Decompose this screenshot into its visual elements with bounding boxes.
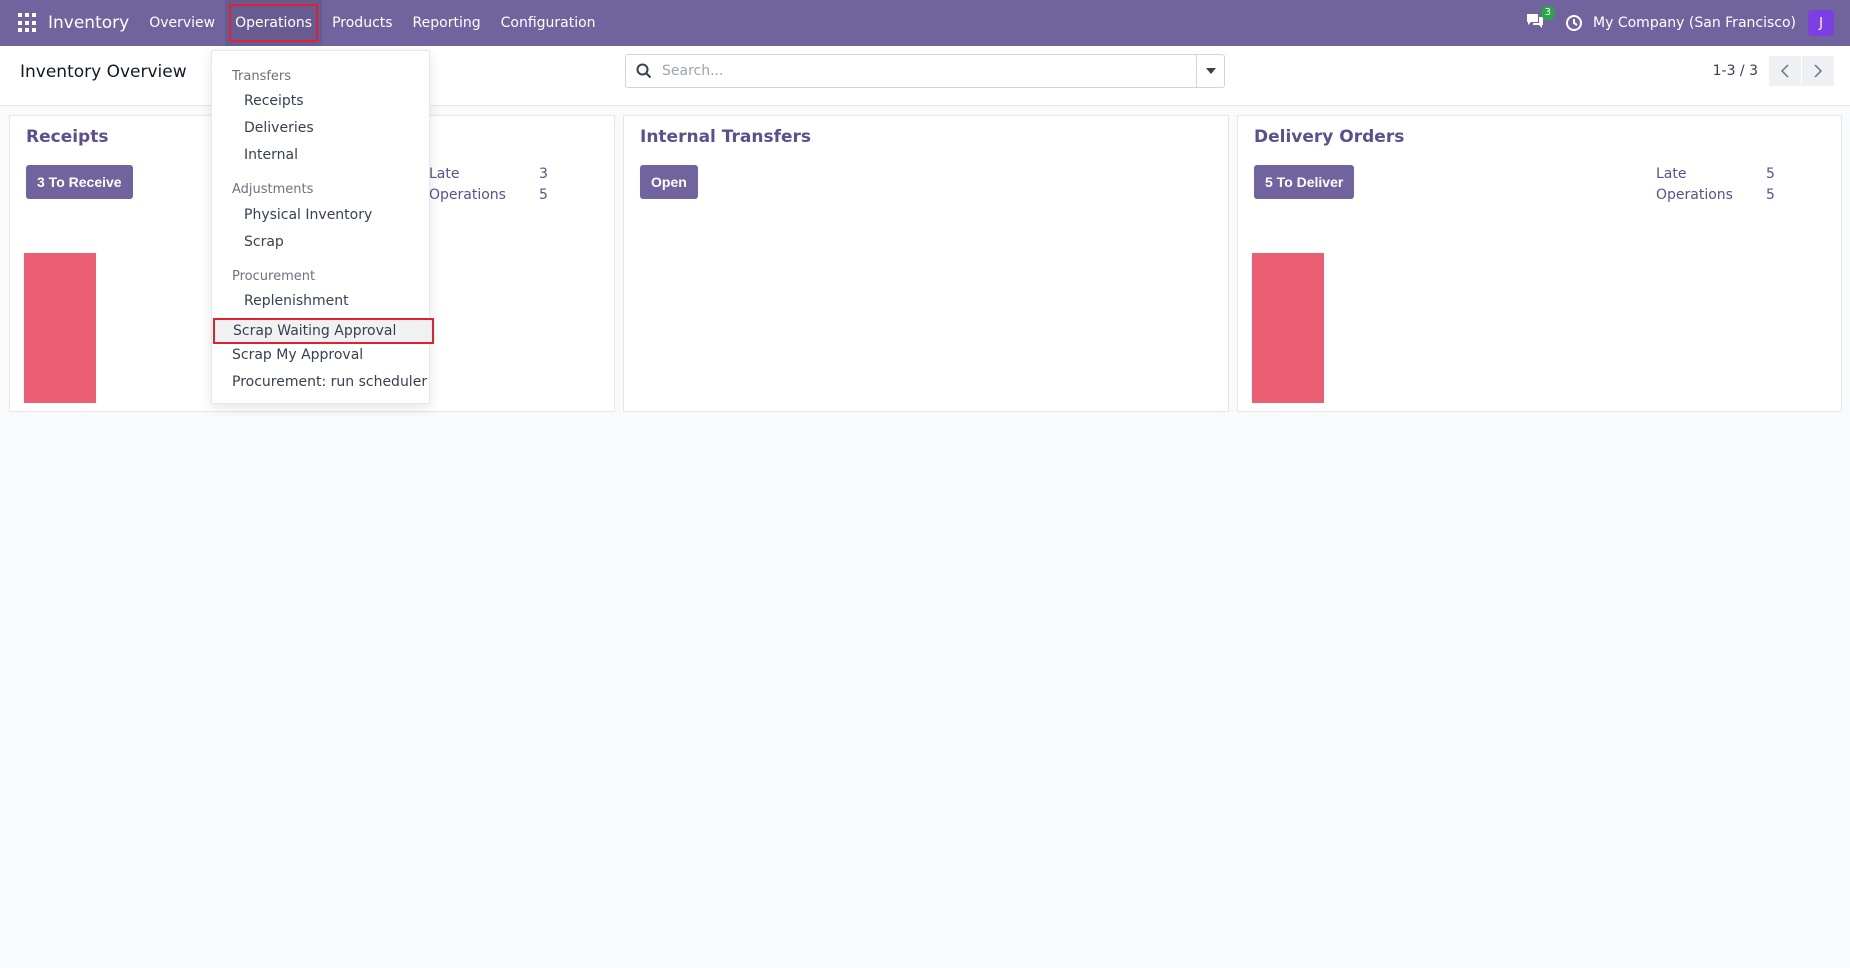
to-deliver-button[interactable]: 5 To Deliver	[1254, 165, 1355, 199]
open-button[interactable]: Open	[640, 165, 698, 199]
company-switcher[interactable]: My Company (San Francisco)	[1593, 15, 1796, 31]
to-receive-button[interactable]: 3 To Receive	[26, 165, 133, 199]
card-internal-transfers: Internal Transfers Open	[623, 115, 1229, 412]
top-navbar: Inventory Overview Operations Products R…	[0, 0, 1850, 46]
clock-icon[interactable]	[1565, 14, 1583, 32]
search-bar	[625, 54, 1225, 88]
menu-item-physical-inventory[interactable]: Physical Inventory	[244, 207, 372, 223]
menu-section-adjustments: Adjustments	[232, 182, 314, 197]
stat-label: Operations	[1656, 187, 1733, 203]
card-title[interactable]: Internal Transfers	[640, 127, 811, 147]
nav-operations[interactable]: Operations	[225, 0, 323, 46]
stat-row-operations[interactable]: Operations 5	[1656, 187, 1775, 208]
graph-bar[interactable]	[1252, 253, 1324, 403]
menu-item-scrap[interactable]: Scrap	[244, 234, 284, 250]
apps-grid-icon[interactable]	[18, 13, 38, 33]
stat-label: Operations	[429, 187, 506, 203]
chevron-left-icon	[1780, 64, 1789, 78]
search-options-toggle[interactable]	[1196, 55, 1224, 87]
menu-item-internal[interactable]: Internal	[244, 147, 298, 163]
stat-row-late[interactable]: Late 5	[1656, 166, 1775, 187]
chevron-right-icon	[1814, 64, 1823, 78]
menu-item-scrap-my-approval[interactable]: Scrap My Approval	[232, 347, 363, 363]
nav-products[interactable]: Products	[322, 0, 402, 46]
card-stats: Late 5 Operations 5	[1656, 166, 1775, 208]
stat-value: 3	[539, 166, 548, 182]
stat-label: Late	[429, 166, 460, 182]
pager-previous-button[interactable]	[1769, 56, 1801, 86]
chat-icon[interactable]: 3	[1525, 6, 1556, 34]
menu-item-replenishment[interactable]: Replenishment	[244, 293, 349, 309]
nav-reporting[interactable]: Reporting	[403, 0, 491, 46]
menu-item-deliveries[interactable]: Deliveries	[244, 120, 314, 136]
menu-section-transfers: Transfers	[232, 69, 292, 84]
menu-item-receipts[interactable]: Receipts	[244, 93, 304, 109]
stat-row-late[interactable]: Late 3	[429, 166, 548, 187]
card-title[interactable]: Delivery Orders	[1254, 127, 1404, 147]
chat-count-badge: 3	[1540, 6, 1556, 20]
app-brand[interactable]: Inventory	[48, 13, 129, 33]
pager: 1-3 / 3	[1713, 56, 1834, 86]
stat-value: 5	[539, 187, 548, 203]
card-delivery-orders: Delivery Orders 5 To Deliver Late 5 Oper…	[1237, 115, 1842, 412]
caret-down-icon	[1205, 68, 1216, 74]
search-input[interactable]	[662, 63, 1182, 79]
stat-row-operations[interactable]: Operations 5	[429, 187, 548, 208]
card-stats: Late 3 Operations 5	[429, 166, 548, 208]
menu-section-procurement: Procurement	[232, 269, 316, 284]
nav-configuration[interactable]: Configuration	[491, 0, 606, 46]
card-title[interactable]: Receipts	[26, 127, 108, 147]
search-icon	[636, 63, 652, 79]
navbar-right: 3 My Company (San Francisco) J	[1525, 0, 1850, 46]
stat-label: Late	[1656, 166, 1687, 182]
menu-item-run-scheduler[interactable]: Procurement: run scheduler	[232, 374, 427, 390]
page-title: Inventory Overview	[20, 62, 187, 82]
operations-dropdown-menu: Transfers Receipts Deliveries Internal A…	[211, 50, 434, 404]
pager-next-button[interactable]	[1802, 56, 1834, 86]
stat-value: 5	[1766, 166, 1775, 182]
nav-overview[interactable]: Overview	[139, 0, 225, 46]
stat-value: 5	[1766, 187, 1775, 203]
menu-item-scrap-waiting-approval[interactable]: Scrap Waiting Approval	[213, 318, 434, 344]
pager-value[interactable]: 1-3 / 3	[1713, 63, 1758, 79]
graph-bar[interactable]	[24, 253, 96, 403]
user-avatar[interactable]: J	[1808, 10, 1834, 36]
